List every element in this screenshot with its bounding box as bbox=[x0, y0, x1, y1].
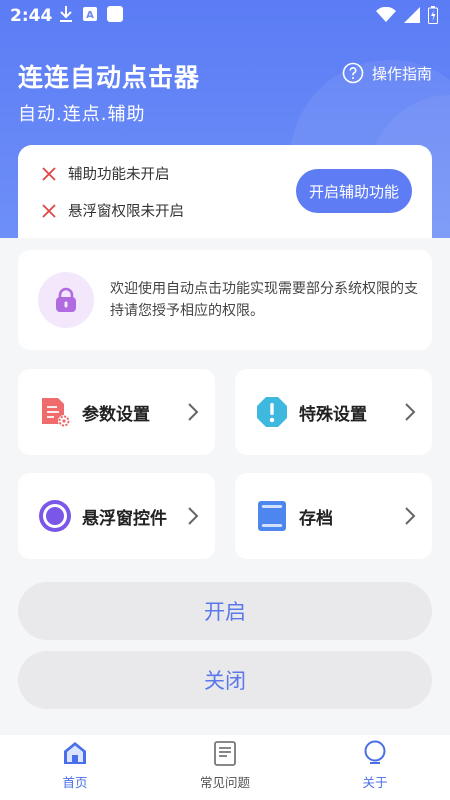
app-title: 连连自动点击器 bbox=[18, 63, 201, 92]
close-icon bbox=[42, 203, 56, 218]
permission-item: 悬浮窗权限未开启 bbox=[40, 200, 184, 221]
permission-label: 辅助功能未开启 bbox=[68, 167, 170, 183]
tile-label: 参数设置 bbox=[82, 405, 150, 425]
tile-label: 存档 bbox=[299, 509, 333, 529]
permission-label: 悬浮窗权限未开启 bbox=[68, 204, 184, 220]
lock-icon-badge bbox=[38, 272, 94, 328]
help-icon bbox=[342, 62, 364, 84]
permission-card: 辅助功能未开启 悬浮窗权限未开启 开启辅助功能 bbox=[18, 145, 432, 238]
faq-icon bbox=[214, 741, 236, 766]
home-icon bbox=[64, 742, 86, 764]
open-button[interactable]: 开启 bbox=[18, 582, 432, 640]
tab-home[interactable]: 首页 bbox=[0, 735, 150, 800]
tab-faq[interactable]: 常见问题 bbox=[150, 735, 300, 800]
status-bar: 2:44 A bbox=[0, 0, 450, 32]
tab-about[interactable]: 关于 bbox=[300, 735, 450, 800]
tile-floating-widget[interactable]: 悬浮窗控件 bbox=[18, 473, 215, 559]
chevron-right-icon bbox=[188, 403, 199, 421]
signal-icon bbox=[404, 7, 420, 23]
guide-label: 操作指南 bbox=[371, 64, 432, 83]
notification-icons: A bbox=[58, 5, 124, 23]
close-button[interactable]: 关闭 bbox=[18, 651, 432, 709]
guide-link[interactable]: 操作指南 bbox=[342, 62, 432, 84]
tile-parameter-settings[interactable]: 参数设置 bbox=[18, 369, 215, 455]
download-icon bbox=[60, 6, 72, 22]
app-square-icon bbox=[107, 6, 123, 22]
about-icon bbox=[364, 740, 386, 764]
bottom-tab-bar: 首页 常见问题 关于 bbox=[0, 735, 450, 800]
system-icons bbox=[376, 6, 438, 24]
tile-label: 特殊设置 bbox=[299, 405, 367, 425]
close-icon bbox=[42, 166, 56, 181]
settings-doc-icon bbox=[42, 398, 70, 427]
floating-ring-icon bbox=[39, 500, 71, 532]
notice-card: 欢迎使用自动点击功能实现需要部分系统权限的支持请您授予相应的权限。 bbox=[18, 250, 432, 350]
chevron-right-icon bbox=[188, 507, 199, 525]
tab-label: 关于 bbox=[362, 775, 388, 790]
tile-special-settings[interactable]: 特殊设置 bbox=[235, 369, 432, 455]
battery-icon bbox=[428, 6, 438, 24]
status-time: 2:44 bbox=[10, 6, 53, 26]
app-subtitle: 自动.连点.辅助 bbox=[18, 104, 146, 125]
notice-text: 欢迎使用自动点击功能实现需要部分系统权限的支持请您授予相应的权限。 bbox=[110, 281, 418, 319]
archive-icon bbox=[258, 501, 286, 531]
app-a-icon: A bbox=[83, 7, 97, 21]
tile-label: 悬浮窗控件 bbox=[82, 509, 167, 529]
tab-label: 常见问题 bbox=[199, 775, 250, 790]
tab-label: 首页 bbox=[62, 775, 88, 790]
warning-octagon-icon bbox=[257, 397, 287, 427]
lock-icon bbox=[56, 287, 76, 312]
chevron-right-icon bbox=[405, 507, 416, 525]
enable-accessibility-button[interactable]: 开启辅助功能 bbox=[296, 169, 412, 213]
permission-item: 辅助功能未开启 bbox=[40, 163, 170, 184]
svg-text:A: A bbox=[86, 10, 94, 21]
chevron-right-icon bbox=[405, 403, 416, 421]
wifi-icon bbox=[376, 7, 396, 22]
tile-archive[interactable]: 存档 bbox=[235, 473, 432, 559]
